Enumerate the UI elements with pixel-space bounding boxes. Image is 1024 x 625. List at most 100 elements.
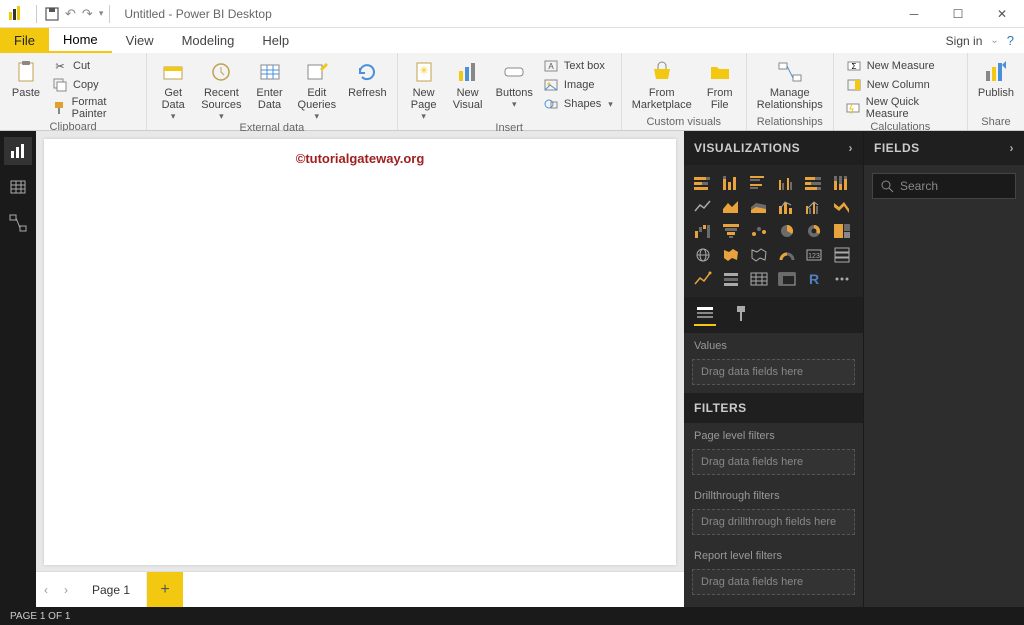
clustered-column-icon[interactable]	[776, 173, 798, 193]
table-icon[interactable]	[748, 269, 770, 289]
enter-data-icon	[257, 59, 283, 85]
stacked-column-icon[interactable]	[720, 173, 742, 193]
manage-relationships-button[interactable]: Manage Relationships	[751, 55, 829, 111]
waterfall-icon[interactable]	[692, 221, 714, 241]
report-view-button[interactable]	[4, 137, 32, 165]
clustered-bar-icon[interactable]	[748, 173, 770, 193]
paste-icon	[13, 59, 39, 85]
data-view-button[interactable]	[4, 173, 32, 201]
marketplace-icon	[649, 59, 675, 85]
copy-button[interactable]: Copy	[48, 76, 142, 94]
get-data-icon	[160, 59, 186, 85]
minimize-button[interactable]: ─	[892, 0, 936, 28]
treemap-icon[interactable]	[831, 221, 853, 241]
cut-icon: ✂	[52, 58, 68, 74]
values-dropzone[interactable]: Drag data fields here	[692, 359, 855, 385]
buttons-icon	[501, 59, 527, 85]
get-data-button[interactable]: Get Data▾	[151, 55, 195, 122]
matrix-icon[interactable]	[776, 269, 798, 289]
100-stacked-bar-icon[interactable]	[803, 173, 825, 193]
shape-map-icon[interactable]	[748, 245, 770, 265]
fields-search[interactable]: Search	[872, 173, 1016, 199]
chevron-down-icon[interactable]: ⌄	[990, 35, 998, 46]
edit-queries-icon	[304, 59, 330, 85]
modeling-tab[interactable]: Modeling	[168, 28, 249, 53]
page-tab-1[interactable]: Page 1	[76, 572, 147, 607]
close-button[interactable]: ✕	[980, 0, 1024, 28]
textbox-button[interactable]: AText box	[539, 57, 617, 75]
next-page-icon[interactable]: ›	[64, 583, 68, 597]
prev-page-icon[interactable]: ‹	[44, 583, 48, 597]
drillthrough-dropzone[interactable]: Drag drillthrough fields here	[692, 509, 855, 535]
publish-icon	[983, 59, 1009, 85]
format-painter-button[interactable]: Format Painter	[48, 95, 142, 121]
visualizations-header[interactable]: VISUALIZATIONS ›	[684, 131, 863, 165]
svg-text:Σ: Σ	[851, 62, 856, 71]
paste-button[interactable]: Paste	[4, 55, 48, 99]
from-file-button[interactable]: From File	[698, 55, 742, 111]
line-clustered-column-icon[interactable]	[803, 197, 825, 217]
refresh-button[interactable]: Refresh	[342, 55, 393, 99]
qat-dropdown-icon[interactable]: ▾	[99, 8, 104, 19]
save-icon[interactable]	[45, 7, 59, 21]
recent-sources-button[interactable]: Recent Sources▾	[195, 55, 247, 122]
cut-button[interactable]: ✂Cut	[48, 57, 142, 75]
buttons-button[interactable]: Buttons▾	[490, 55, 539, 110]
home-tab[interactable]: Home	[49, 28, 112, 53]
help-icon[interactable]: ?	[1007, 33, 1014, 48]
line-stacked-column-icon[interactable]	[776, 197, 798, 217]
new-visual-button[interactable]: New Visual	[446, 55, 490, 111]
new-measure-button[interactable]: ΣNew Measure	[842, 57, 963, 75]
new-column-button[interactable]: New Column	[842, 76, 963, 94]
redo-icon[interactable]: ↷	[82, 6, 93, 22]
donut-icon[interactable]	[803, 221, 825, 241]
ribbon-chart-icon[interactable]	[831, 197, 853, 217]
new-page-icon: ✳	[411, 59, 437, 85]
shapes-button[interactable]: Shapes▾	[539, 95, 617, 113]
new-quick-measure-button[interactable]: New Quick Measure	[842, 95, 963, 121]
stacked-bar-icon[interactable]	[692, 173, 714, 193]
visualizations-pane: VISUALIZATIONS › 123	[684, 131, 864, 607]
report-filters-dropzone[interactable]: Drag data fields here	[692, 569, 855, 595]
window-title: Untitled - Power BI Desktop	[124, 7, 271, 21]
kpi-icon[interactable]	[692, 269, 714, 289]
enter-data-button[interactable]: Enter Data	[248, 55, 292, 111]
scatter-icon[interactable]	[748, 221, 770, 241]
format-tab[interactable]	[730, 304, 752, 326]
edit-queries-button[interactable]: Edit Queries▾	[292, 55, 343, 122]
image-button[interactable]: Image	[539, 76, 617, 94]
maximize-button[interactable]: ☐	[936, 0, 980, 28]
ribbon-group-external-data: Get Data▾ Recent Sources▾ Enter Data Edi…	[147, 53, 397, 130]
100-stacked-column-icon[interactable]	[831, 173, 853, 193]
line-chart-icon[interactable]	[692, 197, 714, 217]
svg-text:✳: ✳	[419, 65, 428, 77]
marketplace-button[interactable]: From Marketplace	[626, 55, 698, 111]
sign-in-link[interactable]: Sign in	[946, 34, 983, 48]
stacked-area-icon[interactable]	[748, 197, 770, 217]
fields-header[interactable]: FIELDS ›	[864, 131, 1024, 165]
area-chart-icon[interactable]	[720, 197, 742, 217]
funnel-icon[interactable]	[720, 221, 742, 241]
slicer-icon[interactable]	[720, 269, 742, 289]
map-icon[interactable]	[692, 245, 714, 265]
more-visuals-icon[interactable]	[831, 269, 853, 289]
r-visual-icon[interactable]: R	[803, 269, 825, 289]
help-tab[interactable]: Help	[248, 28, 303, 53]
model-view-button[interactable]	[4, 209, 32, 237]
card-icon[interactable]: 123	[803, 245, 825, 265]
new-page-button[interactable]: ✳New Page▾	[402, 55, 446, 122]
multi-row-card-icon[interactable]	[831, 245, 853, 265]
page-filters-dropzone[interactable]: Drag data fields here	[692, 449, 855, 475]
undo-icon[interactable]: ↶	[65, 6, 76, 22]
fields-well-tab[interactable]	[694, 304, 716, 326]
filled-map-icon[interactable]	[720, 245, 742, 265]
gauge-icon[interactable]	[776, 245, 798, 265]
view-tab[interactable]: View	[112, 28, 168, 53]
report-canvas[interactable]: ©tutorialgateway.org	[44, 139, 676, 565]
add-page-button[interactable]: +	[147, 572, 183, 607]
pie-icon[interactable]	[776, 221, 798, 241]
canvas-area: ©tutorialgateway.org ‹ › Page 1 +	[36, 131, 684, 607]
file-tab[interactable]: File	[0, 28, 49, 53]
publish-button[interactable]: Publish	[972, 55, 1020, 99]
ribbon-group-clipboard: Paste ✂Cut Copy Format Painter Clipboard	[0, 53, 147, 130]
